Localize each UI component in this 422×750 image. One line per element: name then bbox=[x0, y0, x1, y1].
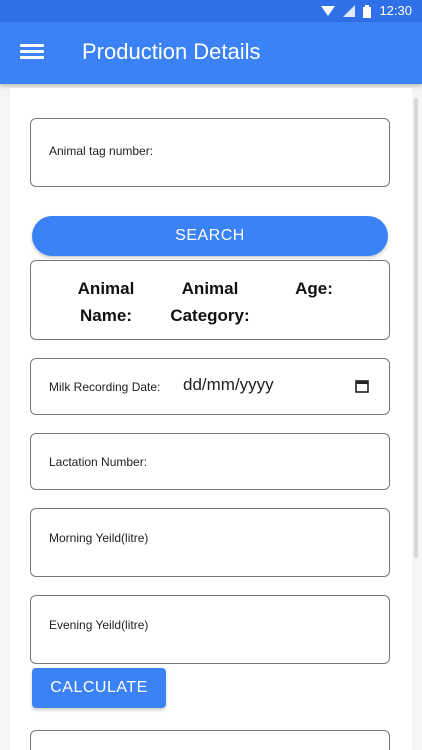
animal-tag-field[interactable]: Animal tag number: bbox=[30, 118, 390, 187]
wifi-icon bbox=[321, 6, 336, 16]
animal-category-label: Animal Category: bbox=[170, 279, 250, 325]
status-time: 12:30 bbox=[379, 3, 412, 18]
calculate-button[interactable]: CALCULATE bbox=[32, 668, 166, 708]
morning-yield-field[interactable]: Morning Yeild(litre) bbox=[30, 508, 390, 577]
status-bar: 12:30 bbox=[0, 0, 422, 22]
scrollbar[interactable] bbox=[414, 98, 418, 558]
search-button[interactable]: SEARCH bbox=[32, 216, 388, 256]
page-title: Production Details bbox=[82, 39, 261, 64]
lactation-label: Lactation Number: bbox=[49, 455, 148, 469]
milk-recording-date-field[interactable]: Milk Recording Date: dd/mm/yyyy bbox=[30, 358, 390, 415]
calendar-icon[interactable] bbox=[355, 379, 369, 393]
animal-age-label: Age: bbox=[295, 279, 333, 298]
hamburger-menu-icon[interactable] bbox=[20, 41, 44, 65]
milk-date-label: Milk Recording Date: bbox=[49, 380, 161, 394]
app-bar: Production Details bbox=[0, 22, 422, 84]
lactation-number-field[interactable]: Lactation Number: bbox=[30, 433, 390, 490]
milk-date-value[interactable]: dd/mm/yyyy bbox=[183, 375, 274, 395]
animal-tag-label: Animal tag number: bbox=[49, 144, 154, 158]
signal-icon bbox=[343, 5, 356, 17]
form-card: Animal tag number: SEARCH Animal Name: A… bbox=[10, 88, 412, 750]
result-field[interactable] bbox=[30, 730, 390, 750]
battery-icon bbox=[363, 4, 372, 18]
animal-info-box: Animal Name: Animal Category: Age: bbox=[30, 260, 390, 340]
morning-yield-label: Morning Yeild(litre) bbox=[49, 531, 149, 545]
animal-name-label: Animal Name: bbox=[77, 279, 135, 325]
evening-yield-label: Evening Yeild(litre) bbox=[49, 618, 149, 632]
evening-yield-field[interactable]: Evening Yeild(litre) bbox=[30, 595, 390, 664]
